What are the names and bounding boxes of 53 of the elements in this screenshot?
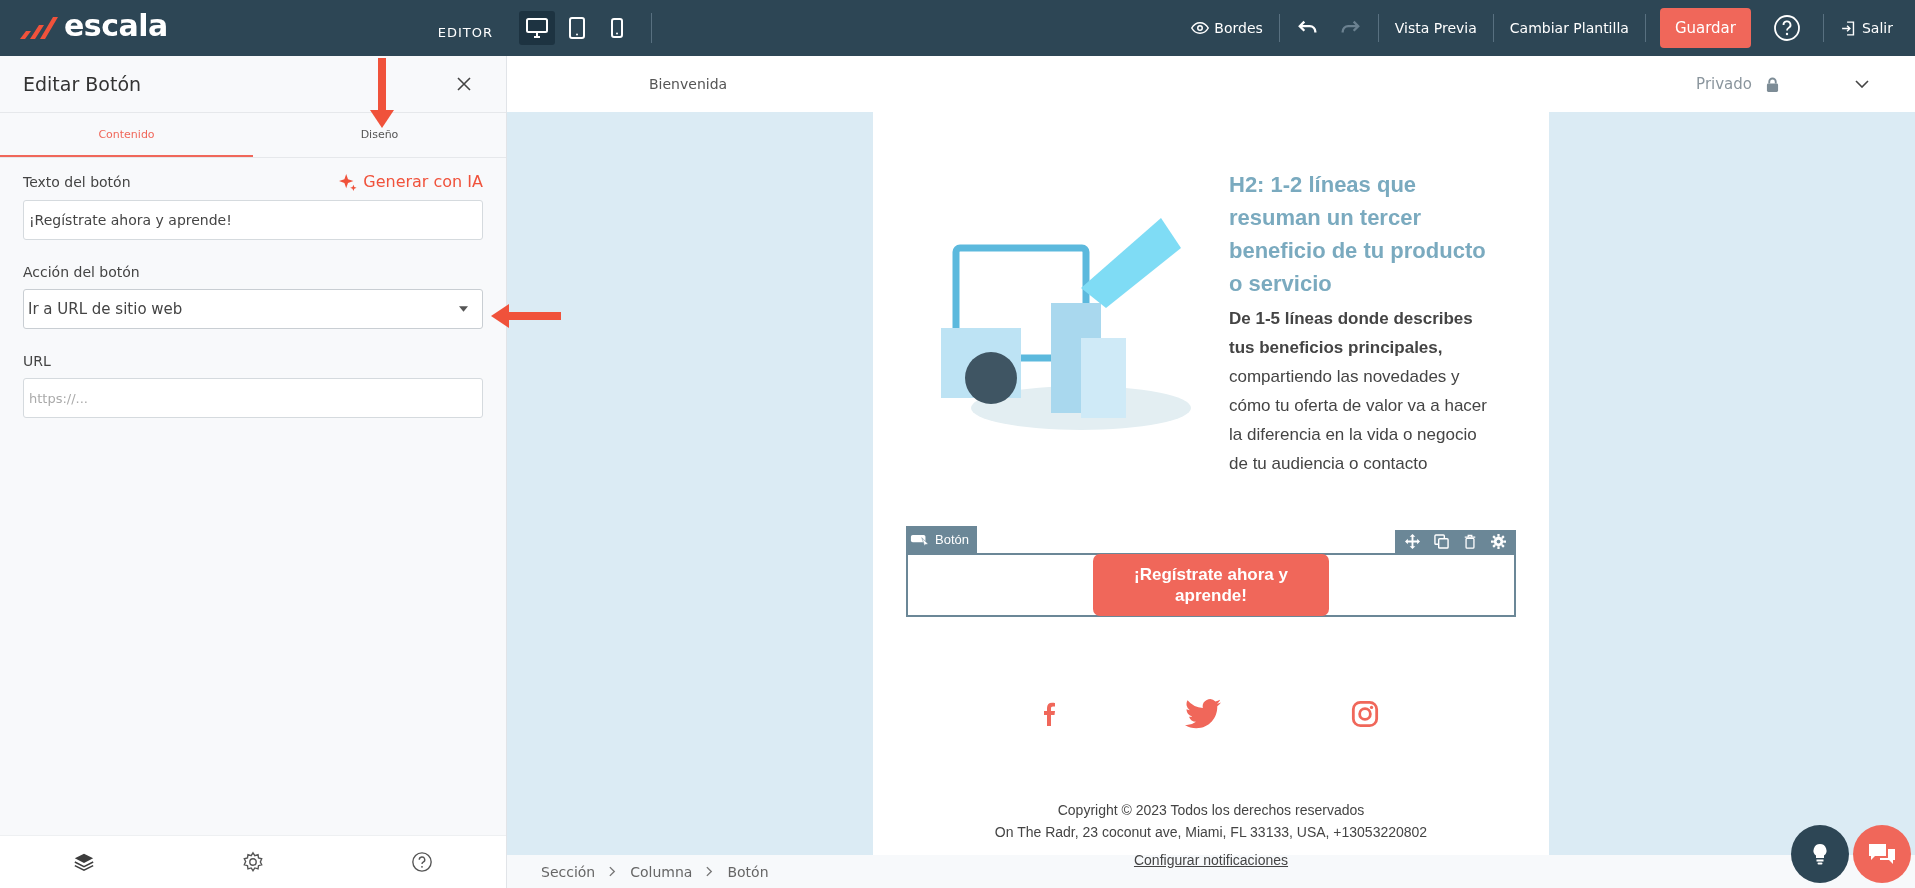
borders-toggle[interactable]: Bordes	[1189, 15, 1265, 41]
field-label: Texto del botón	[23, 173, 131, 190]
lightbulb-icon	[1812, 843, 1828, 865]
annotation-arrow	[491, 304, 561, 328]
copy-icon[interactable]	[1434, 534, 1449, 549]
move-icon[interactable]	[1405, 534, 1420, 549]
chevron-right-icon	[706, 866, 714, 877]
trash-icon[interactable]	[1463, 534, 1477, 549]
chevron-down-icon[interactable]	[1855, 80, 1869, 88]
chevron-right-icon	[609, 866, 617, 877]
chat-icon	[1867, 842, 1897, 866]
help-icon[interactable]	[410, 851, 433, 873]
settings-icon[interactable]	[242, 851, 264, 873]
page-name: Bienvenida	[649, 76, 728, 92]
tips-button[interactable]	[1791, 825, 1849, 883]
field-label: Acción del botón	[23, 264, 140, 280]
select-dropdown[interactable]: Ir a URL de sitio web	[23, 289, 483, 329]
panel-tab[interactable]: Diseño	[253, 113, 506, 157]
sparkle-icon	[339, 172, 358, 191]
breadcrumb-item[interactable]: Columna	[630, 863, 693, 880]
copyright-text: Copyright © 2023 Todos los derechos reservados	[1057, 801, 1365, 820]
heading: H2: 1-2 líneas que resuman un tercer beneficio de tu producto o servicio	[1229, 171, 1487, 298]
breadcrumb-item[interactable]: Botón	[727, 863, 769, 880]
select-value: Ir a URL de sitio web	[28, 300, 183, 318]
preview-button[interactable]: Vista Previa	[1392, 16, 1479, 40]
logo-text: escala	[64, 7, 168, 43]
block-label: Botón	[906, 526, 977, 553]
facebook-icon[interactable]	[1043, 702, 1055, 726]
exit-button[interactable]: Salir	[1838, 15, 1895, 41]
url-field[interactable]: https://...	[23, 378, 483, 418]
desktop-view-button[interactable]	[519, 11, 555, 45]
layers-icon[interactable]	[73, 851, 96, 873]
visibility-label: Privado	[1696, 75, 1752, 93]
notification-settings-link[interactable]: Configurar notificaciones	[1133, 849, 1289, 871]
exit-icon	[1840, 19, 1857, 37]
close-icon[interactable]	[456, 76, 472, 92]
breadcrumb-item[interactable]: Sección	[541, 863, 596, 880]
annotation-arrow	[370, 58, 394, 128]
change-template-button[interactable]: Cambiar Plantilla	[1507, 16, 1631, 40]
address-text: On The Radr, 23 coconut ave, Miami, FL 33133, USA, +13053220802	[994, 823, 1428, 842]
panel-title: Editar Botón	[23, 73, 142, 95]
text-field[interactable]: ¡Regístrate ahora y aprende!	[23, 200, 483, 240]
mode-label: EDITOR	[437, 24, 493, 40]
monitor-icon	[525, 16, 549, 40]
body-text: De 1-5 líneas donde describes tus beneficios principales, compartiendo las novedades y cómo tu oferta de valor va a hacer la diferencia en la vida o negocio de tu audiencia o contacto	[1229, 308, 1488, 475]
field-label: URL	[23, 353, 51, 369]
cursor-button-icon	[910, 533, 930, 546]
bird-icon[interactable]	[1185, 699, 1221, 729]
lock-icon	[1766, 76, 1779, 92]
eye-icon	[1191, 19, 1210, 37]
dropdown-caret-icon	[459, 306, 468, 312]
logo-icon	[18, 15, 58, 41]
instagram-icon[interactable]	[1351, 700, 1379, 728]
